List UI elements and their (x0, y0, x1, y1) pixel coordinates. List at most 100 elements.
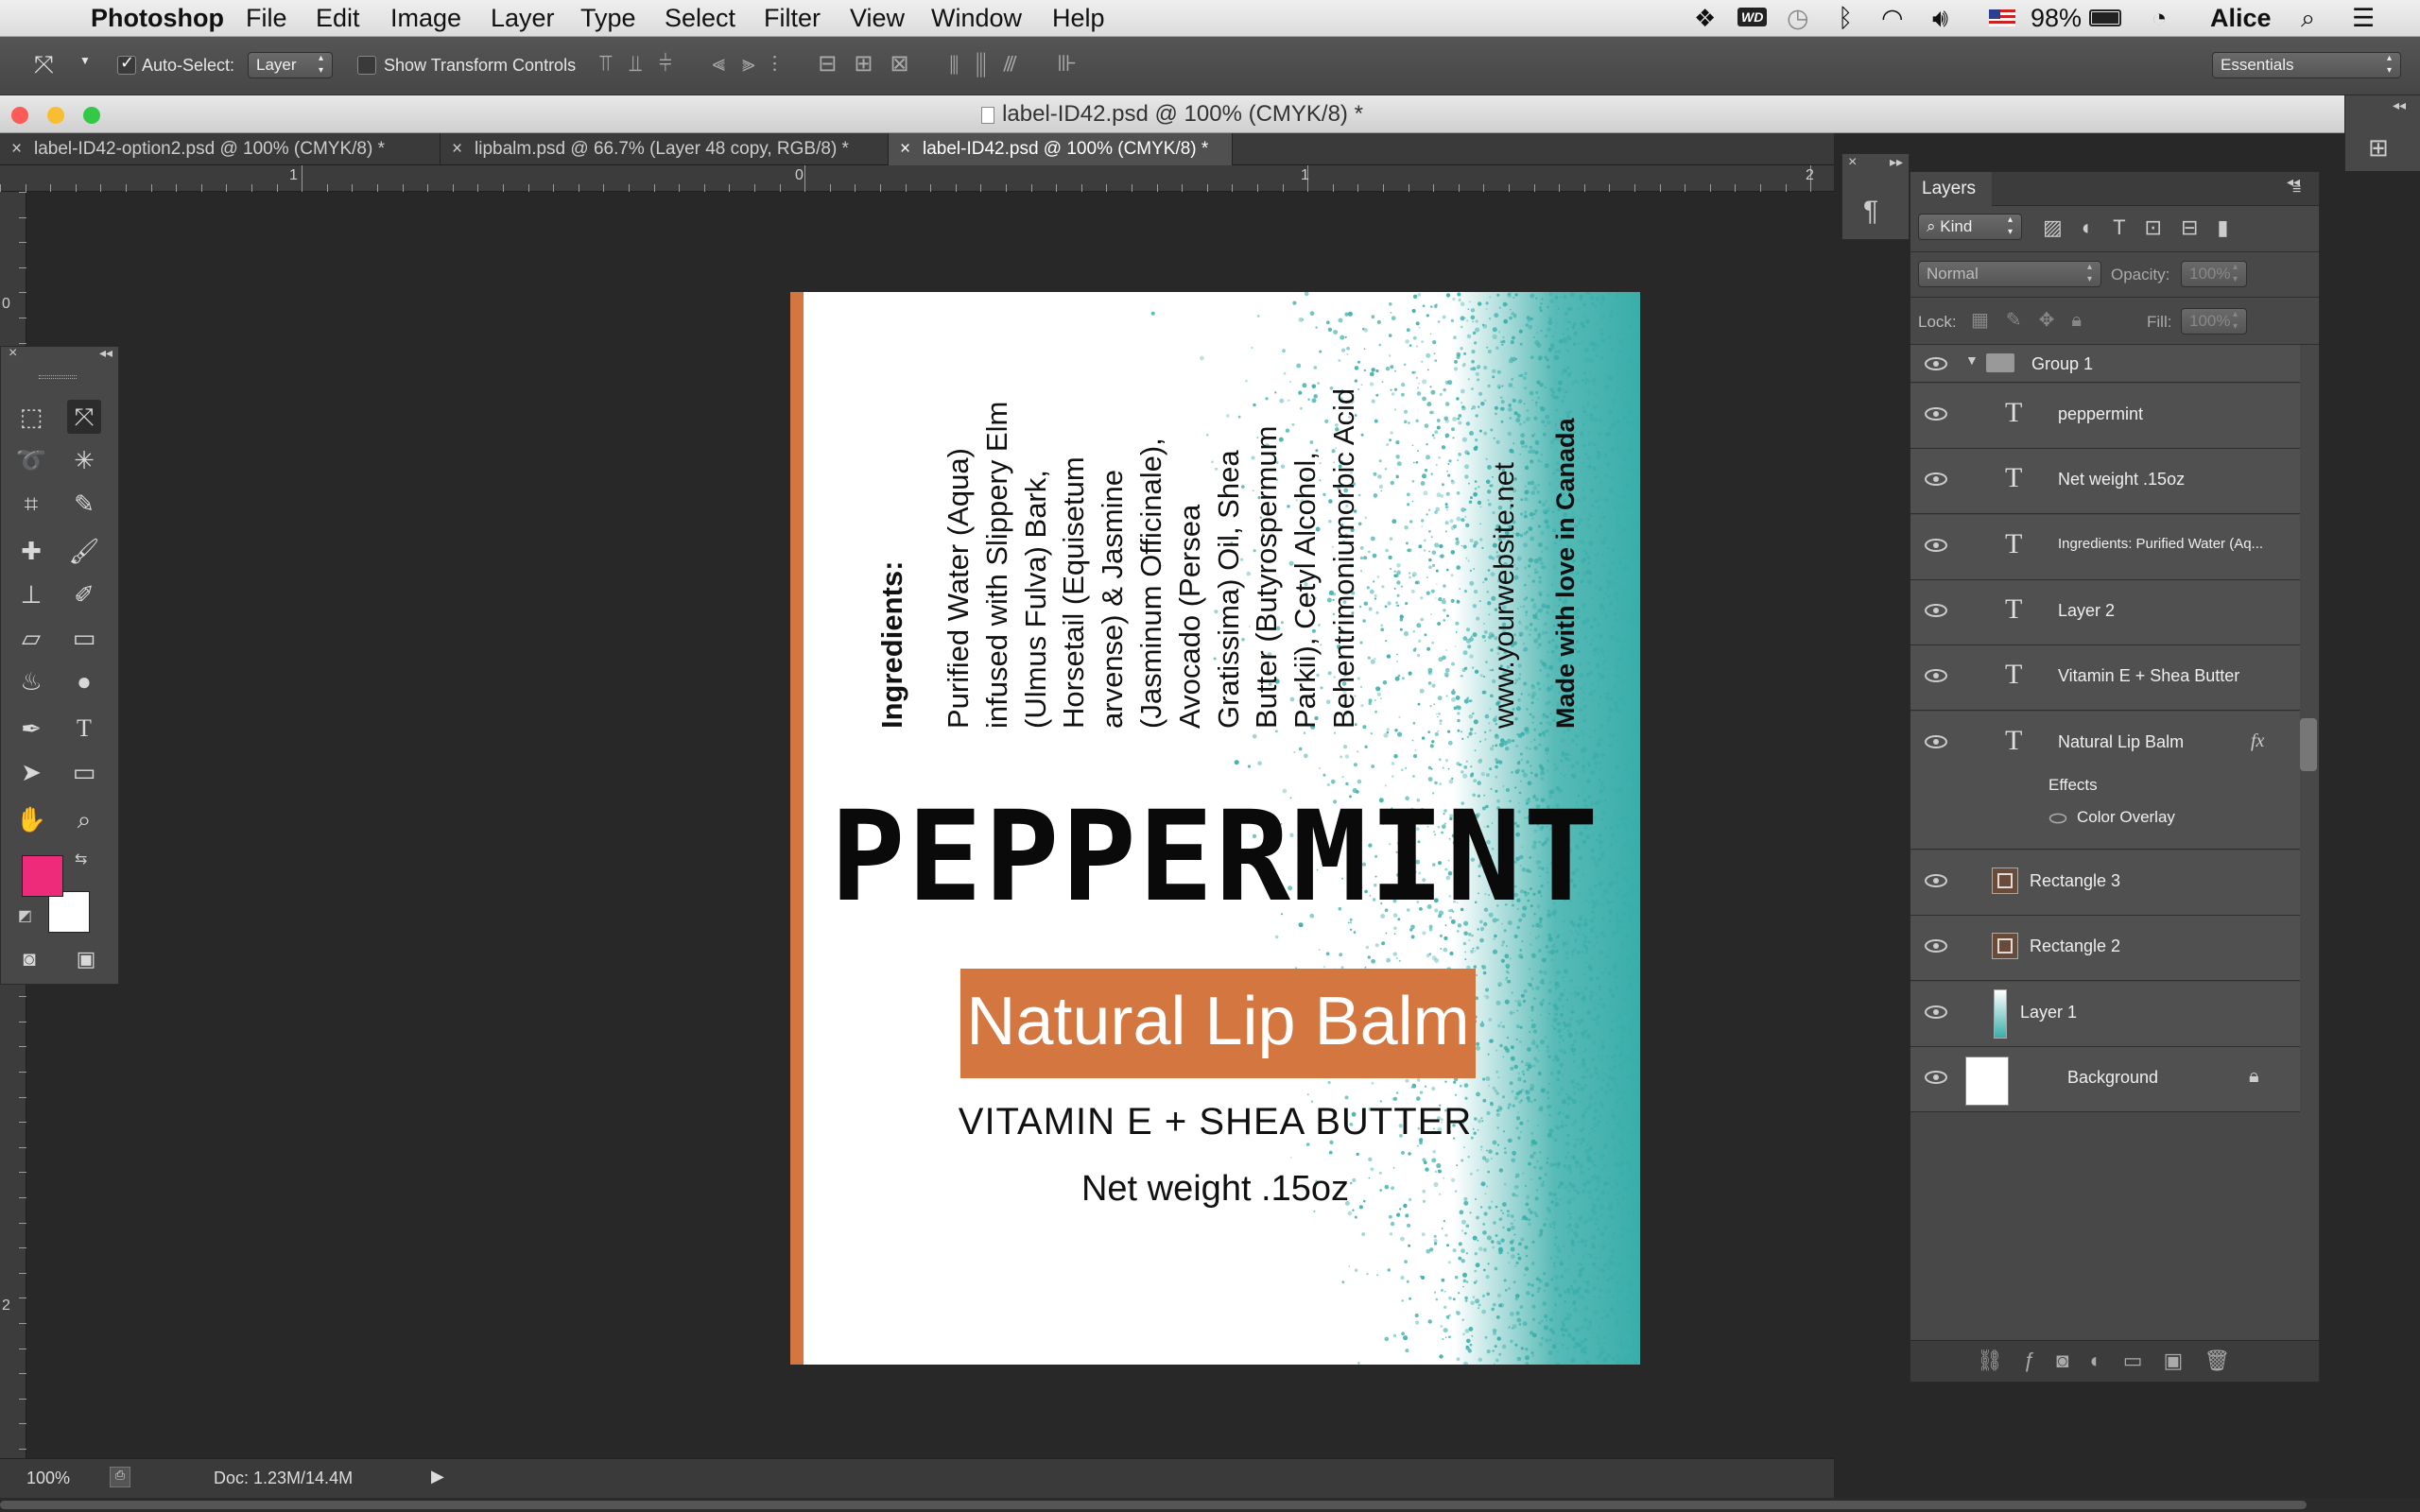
status-export-icon[interactable]: ⎙ (110, 1467, 130, 1487)
eyedropper-tool-icon[interactable]: ✎ (67, 487, 101, 521)
blend-mode-dropdown[interactable]: Normal (1918, 261, 2101, 287)
clone-stamp-tool-icon[interactable]: ⊥ (14, 577, 48, 611)
tab-label-option2[interactable]: × label-ID42-option2.psd @ 100% (CMYK/8) … (0, 133, 441, 165)
zoom-level[interactable]: 100% (26, 1469, 70, 1488)
menu-file[interactable]: File (246, 4, 287, 32)
flag-icon[interactable] (1989, 9, 2015, 26)
zoom-window-button[interactable] (83, 107, 100, 124)
visibility-eye-icon[interactable] (1924, 668, 1948, 683)
volume-icon[interactable]: 🔊︎ (1932, 4, 1948, 32)
rectangle-tool-icon[interactable]: ▭ (67, 755, 101, 789)
align-buttons-group[interactable]: ⫪⫫⫩ ⫷⫸⫶ ⊟⊞⊠ ⫴⫼⫻ ⊪ (599, 50, 1094, 77)
close-window-button[interactable] (11, 107, 28, 124)
menu-select[interactable]: Select (665, 4, 735, 32)
blur-tool-icon[interactable]: ♨ (14, 664, 48, 698)
menu-layer[interactable]: Layer (491, 4, 555, 32)
wd-icon[interactable]: WD (1737, 8, 1768, 26)
status-menu-arrow-icon[interactable]: ▶ (431, 1467, 444, 1486)
hand-tool-icon[interactable]: ✋ (14, 802, 48, 836)
group-disclosure-icon[interactable]: ▼ (1965, 352, 1979, 368)
visibility-eye-icon[interactable] (1924, 472, 1948, 487)
default-colors-icon[interactable]: ◩ (18, 906, 32, 925)
marquee-tool-icon[interactable]: ⬚ (14, 400, 48, 434)
close-panel-icon[interactable]: × (1848, 154, 1857, 171)
type-tool-icon[interactable]: T (67, 712, 101, 746)
effect-eye-icon[interactable] (2048, 812, 2067, 825)
visibility-eye-icon[interactable] (1924, 734, 1948, 749)
lock-buttons[interactable]: ▦✎✥🔒︎ (1971, 308, 2099, 332)
layers-scrollbar-thumb[interactable] (2300, 718, 2317, 771)
brush-tool-icon[interactable]: 🖌︎ (67, 534, 101, 568)
layer-row[interactable]: T Vitamin E + Shea Butter (1910, 645, 2300, 712)
menu-filter[interactable]: Filter (764, 4, 821, 32)
visibility-eye-icon[interactable] (1924, 938, 1948, 954)
show-transform-checkbox[interactable] (357, 56, 376, 75)
layer-row[interactable]: T Ingredients: Purified Water (Aq... (1910, 514, 2300, 580)
move-tool-icon[interactable]: ⤧ (34, 50, 54, 80)
auto-select-dropdown[interactable]: Layer (248, 52, 333, 78)
crop-tool-icon[interactable]: ⌗ (14, 487, 48, 521)
eraser-tool-icon[interactable]: ▱ (14, 621, 48, 655)
visibility-eye-icon[interactable] (1924, 538, 1948, 553)
history-brush-tool-icon[interactable]: ✐ (67, 577, 101, 611)
menu-view[interactable]: View (850, 4, 905, 32)
visibility-eye-icon[interactable] (1924, 603, 1948, 618)
collapse-panel-icon[interactable]: ◂◂ (99, 345, 112, 361)
navigator-panel-icon[interactable]: ⊞ (2368, 133, 2389, 163)
bluetooth-icon[interactable]: ᛒ (1838, 4, 1853, 32)
background-color-swatch[interactable] (48, 891, 90, 933)
search-icon[interactable]: ⌕ (2301, 4, 2315, 32)
dodge-tool-icon[interactable]: ● (67, 664, 101, 698)
time-machine-icon[interactable]: ◷ (1787, 4, 1809, 32)
paragraph-icon[interactable]: ¶ (1863, 196, 1878, 228)
dropbox-icon[interactable]: ❖ (1694, 4, 1716, 32)
list-icon[interactable]: ☰ (2352, 4, 2375, 32)
wifi-icon[interactable]: ◠ (1881, 4, 1904, 32)
menu-edit[interactable]: Edit (316, 4, 360, 32)
filter-kind-dropdown[interactable]: ⌕ Kind (1918, 214, 2022, 240)
tab-close-icon[interactable]: × (11, 133, 22, 165)
tool-preset-chevron-icon[interactable]: ▼ (79, 54, 91, 67)
tab-lipbalm[interactable]: × lipbalm.psd @ 66.7% (Layer 48 copy, RGB… (441, 133, 889, 165)
visibility-eye-icon[interactable] (1924, 356, 1948, 371)
pen-tool-icon[interactable]: ✒ (14, 712, 48, 746)
document-canvas[interactable]: Ingredients: Purified Water (Aqua) infuse… (790, 292, 1640, 1365)
healing-brush-tool-icon[interactable]: ✚ (14, 534, 48, 568)
gradient-tool-icon[interactable]: ▭ (67, 621, 101, 655)
opacity-field[interactable]: 100% (2181, 261, 2247, 287)
menu-help[interactable]: Help (1052, 4, 1105, 32)
tab-label-id42[interactable]: × label-ID42.psd @ 100% (CMYK/8) * (889, 133, 1233, 165)
visibility-eye-icon[interactable] (1924, 406, 1948, 421)
menu-type[interactable]: Type (580, 4, 636, 32)
layer-row[interactable]: T Net weight .15oz (1910, 449, 2300, 515)
workspace-dropdown[interactable]: Essentials (2212, 52, 2401, 78)
fill-field[interactable]: 100% (2181, 308, 2247, 335)
horizontal-ruler[interactable]: 1 0 1 2 (0, 165, 1834, 192)
foreground-color-swatch[interactable] (22, 855, 63, 897)
minimize-window-button[interactable] (47, 107, 64, 124)
layer-action-buttons[interactable]: ⛓ƒ◙◐▭▣🗑︎ (1977, 1349, 2251, 1373)
fx-badge[interactable]: fx (2251, 730, 2264, 752)
visibility-eye-icon[interactable] (1924, 1070, 1948, 1085)
layers-tab[interactable]: Layers (1910, 172, 1992, 206)
panel-grip[interactable] (39, 375, 77, 379)
auto-select-checkbox[interactable]: ✓ (117, 53, 136, 75)
layer-row[interactable]: Rectangle 2 (1910, 916, 2300, 982)
battery-icon[interactable] (2089, 9, 2121, 26)
move-tool-icon[interactable]: ⤧ (67, 400, 101, 434)
screen-mode-icon[interactable]: ▣ (69, 942, 103, 976)
layer-row-group[interactable]: ▼ Group 1 (1910, 345, 2300, 383)
layer-effects-row[interactable]: Effects Color Overlay (1910, 768, 2300, 850)
layer-row[interactable]: T Natural Lip Balm fx (1910, 711, 2300, 777)
tab-close-icon[interactable]: × (452, 133, 462, 165)
panel-menu-icon[interactable]: ≡ (2292, 181, 2301, 198)
quick-mask-icon[interactable]: ◙ (12, 942, 46, 976)
layer-row[interactable]: Layer 1 (1910, 981, 2300, 1047)
path-selection-tool-icon[interactable]: ➤ (14, 755, 48, 789)
expand-panels-icon[interactable]: ◂◂ (2393, 97, 2406, 113)
menu-window[interactable]: Window (931, 4, 1022, 32)
layer-row[interactable]: T Layer 2 (1910, 579, 2300, 645)
layer-row[interactable]: Background 🔒︎ (1910, 1046, 2300, 1112)
swap-colors-icon[interactable]: ⇆ (75, 850, 87, 868)
visibility-eye-icon[interactable] (1924, 1005, 1948, 1020)
